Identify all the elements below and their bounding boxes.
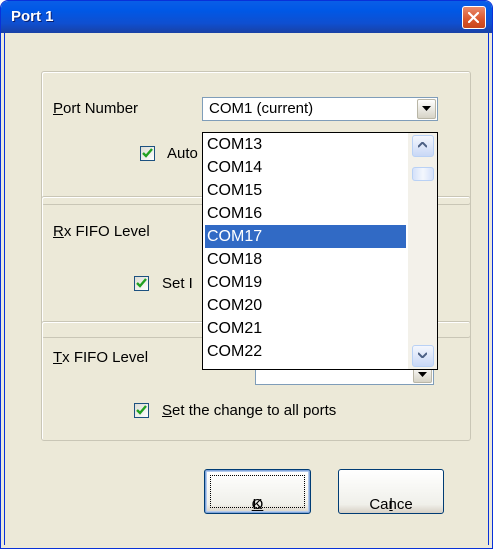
tx-set-all-checkbox[interactable] <box>134 403 149 418</box>
close-icon <box>468 12 479 23</box>
list-item[interactable]: COM19 <box>205 271 407 294</box>
chevron-down-icon <box>422 106 431 111</box>
scroll-down-button[interactable] <box>412 345 434 367</box>
dropdown-scrollbar[interactable] <box>408 133 437 369</box>
checkmark-icon <box>136 278 147 288</box>
checkmark-icon <box>142 148 153 158</box>
list-item[interactable]: COM22 <box>205 340 407 363</box>
rx-set-all-checkbox[interactable] <box>134 276 149 291</box>
list-item[interactable]: COM14 <box>205 156 407 179</box>
scroll-up-button[interactable] <box>412 135 434 157</box>
port-number-value: COM1 (current) <box>209 100 314 117</box>
list-item[interactable]: COM16 <box>205 202 407 225</box>
auto-checkbox[interactable] <box>140 146 155 161</box>
rx-set-all-label: Set I <box>162 275 193 292</box>
scroll-thumb[interactable] <box>412 167 434 181</box>
chevron-up-icon <box>418 142 427 148</box>
list-item[interactable]: COM18 <box>205 248 407 271</box>
title-bar[interactable]: Port 1 <box>1 1 492 33</box>
list-item[interactable]: COM13 <box>205 133 407 156</box>
auto-checkbox-label: Auto <box>167 145 198 162</box>
tx-fifo-label: Tx FIFO Level <box>53 349 149 366</box>
tx-set-all-label: Set the change to all ports <box>162 402 337 419</box>
list-item[interactable]: COM20 <box>205 294 407 317</box>
port-dropdown-list[interactable]: COM13 COM14 COM15 COM16 COM17 COM18 COM1… <box>202 132 438 370</box>
window-title: Port 1 <box>11 8 54 25</box>
port-number-label: Port Number <box>53 100 139 117</box>
close-button[interactable] <box>462 6 486 29</box>
combo-dropdown-button[interactable] <box>417 99 436 119</box>
chevron-down-icon <box>418 352 427 358</box>
list-item[interactable]: COM21 <box>205 317 407 340</box>
rx-fifo-label: Rx FIFO Level <box>53 223 150 240</box>
checkmark-icon <box>136 405 147 415</box>
ok-button[interactable]: OK <box>204 469 311 514</box>
list-item-selected[interactable]: COM17 <box>205 225 406 248</box>
chevron-down-icon <box>418 372 427 377</box>
port-dialog: Port 1 Port Number COM1 (current) Auto R… <box>0 0 493 549</box>
cancel-button[interactable]: Cance l <box>338 469 444 514</box>
list-item[interactable]: COM15 <box>205 179 407 202</box>
port-number-combo[interactable]: COM1 (current) <box>202 97 438 121</box>
